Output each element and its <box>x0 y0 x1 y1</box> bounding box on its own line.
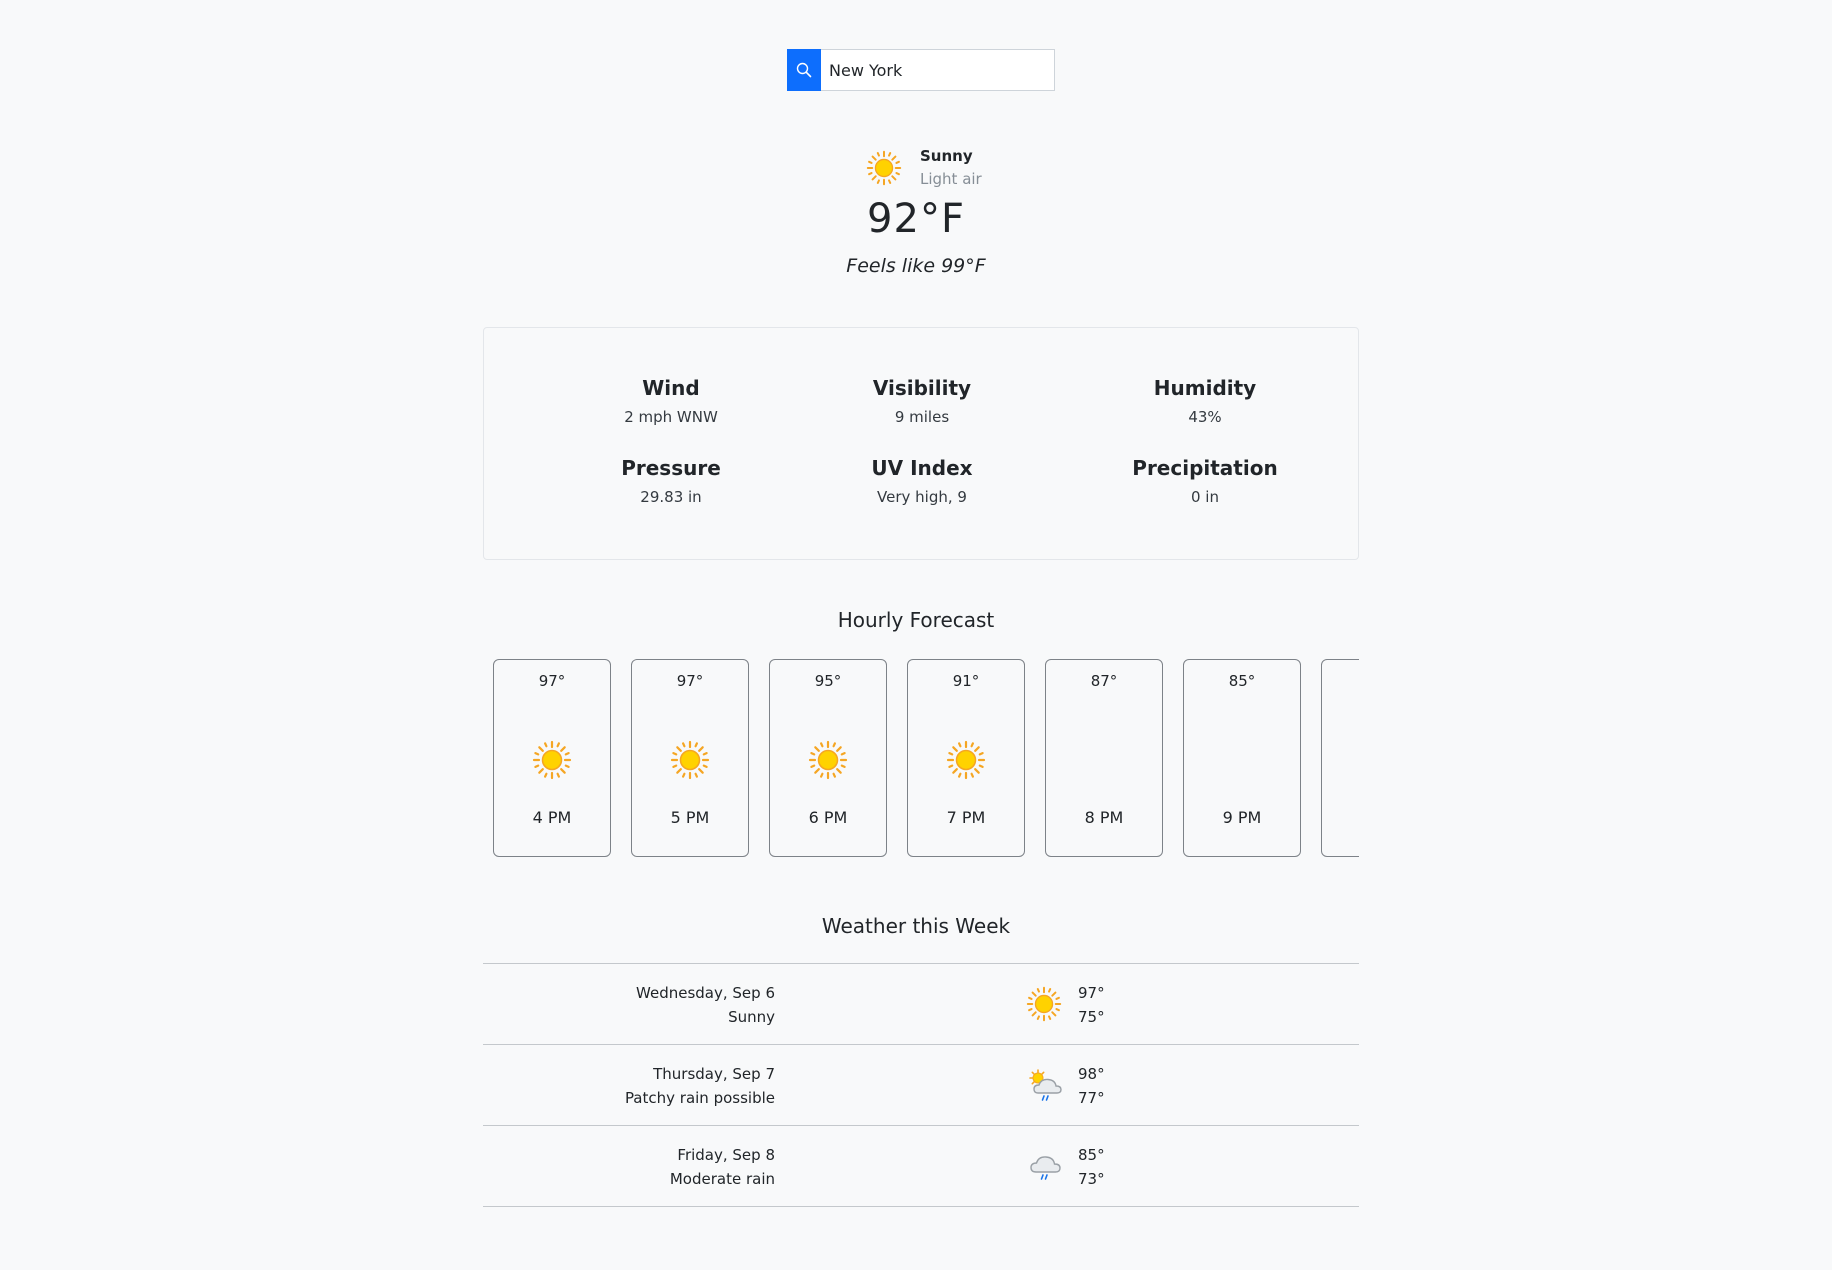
search-icon <box>796 62 812 78</box>
current-condition: Sunny <box>920 147 973 165</box>
hourly-time: 7 PM <box>946 808 986 827</box>
detail-label: Visibility <box>872 376 972 400</box>
hourly-temp: 85° <box>1228 672 1256 690</box>
detail-label: Precipitation <box>1132 456 1278 480</box>
detail-wind: Wind 2 mph WNW <box>541 375 801 427</box>
detail-value: 43% <box>1188 408 1222 426</box>
feels-like: Feels like 99°F <box>846 255 986 277</box>
hourly-forecast-strip[interactable]: 97° 4 PM 97° 5 PM 95° 6 PM 91° 7 PM 87° … <box>483 659 1359 857</box>
search-button[interactable] <box>787 49 821 91</box>
hourly-card[interactable]: 91° 7 PM <box>907 659 1025 857</box>
sun-icon <box>670 740 710 780</box>
detail-label: Wind <box>642 376 700 400</box>
weekly-date: Wednesday, Sep 6 <box>636 984 775 1002</box>
current-temperature: 92°F <box>867 196 965 242</box>
detail-precipitation: Precipitation 0 in <box>1075 455 1335 507</box>
hourly-time: 5 PM <box>670 808 710 827</box>
hourly-temp: 87° <box>1090 672 1118 690</box>
cloud-rain-icon <box>1026 1148 1066 1188</box>
detail-value: 2 mph WNW <box>624 408 718 426</box>
detail-uv-index: UV Index Very high, 9 <box>792 455 1052 507</box>
weekly-condition: Moderate rain <box>669 1170 775 1188</box>
detail-visibility: Visibility 9 miles <box>792 375 1052 427</box>
current-condition-text: Sunny Light air <box>920 146 982 190</box>
search-input[interactable] <box>821 49 1055 91</box>
weekly-high: 97° <box>1078 984 1105 1002</box>
search-bar <box>787 49 1055 91</box>
weekly-row: Thursday, Sep 7 Patchy rain possible 98°… <box>483 1044 1359 1125</box>
sun-icon <box>866 150 902 186</box>
detail-value: 0 in <box>1191 488 1219 506</box>
sun-icon <box>946 740 986 780</box>
current-conditions: Sunny Light air <box>866 146 982 190</box>
hourly-card[interactable]: 97° 4 PM <box>493 659 611 857</box>
current-description: Light air <box>920 170 982 188</box>
detail-value: Very high, 9 <box>877 488 967 506</box>
hourly-card[interactable]: 85° 9 PM <box>1183 659 1301 857</box>
sun-icon <box>1026 986 1062 1022</box>
weekly-row: Wednesday, Sep 6 Sunny 97° 75° <box>483 963 1359 1044</box>
detail-value: 9 miles <box>894 408 950 426</box>
detail-humidity: Humidity 43% <box>1075 375 1335 427</box>
hourly-time: 8 PM <box>1084 808 1124 827</box>
hourly-temp: 91° <box>952 672 980 690</box>
hourly-time: 4 PM <box>532 808 572 827</box>
weekly-low: 77° <box>1078 1089 1105 1107</box>
detail-pressure: Pressure 29.83 in <box>541 455 801 507</box>
weekly-condition: Sunny <box>728 1008 775 1026</box>
hourly-card[interactable]: 97° 5 PM <box>631 659 749 857</box>
weekly-forecast-list: Wednesday, Sep 6 Sunny 97° 75° Thursday,… <box>483 963 1359 1207</box>
weekly-high: 85° <box>1078 1146 1105 1164</box>
weather-app: Sunny Light air 92°F Feels like 99°F Win… <box>0 0 1832 1270</box>
moon-icon <box>1222 740 1262 780</box>
weekly-condition: Patchy rain possible <box>624 1089 775 1107</box>
weekly-low: 73° <box>1078 1170 1105 1188</box>
hourly-temp: 95° <box>814 672 842 690</box>
weekly-high: 98° <box>1078 1065 1105 1083</box>
hourly-card[interactable]: 87° 8 PM <box>1045 659 1163 857</box>
detail-label: Pressure <box>621 456 721 480</box>
weekly-row: Friday, Sep 8 Moderate rain 85° 73° <box>483 1125 1359 1207</box>
detail-label: UV Index <box>871 456 973 480</box>
detail-label: Humidity <box>1153 376 1257 400</box>
moon-icon <box>1084 740 1124 780</box>
details-card: Wind 2 mph WNW Visibility 9 miles Humidi… <box>483 327 1359 560</box>
weekly-date: Friday, Sep 8 <box>677 1146 775 1164</box>
hourly-card-partial[interactable] <box>1321 659 1359 857</box>
detail-value: 29.83 in <box>640 488 702 506</box>
hourly-time: 9 PM <box>1222 808 1262 827</box>
sun-icon <box>808 740 848 780</box>
weekly-forecast-title: Weather this Week <box>821 914 1011 938</box>
hourly-time: 6 PM <box>808 808 848 827</box>
hourly-card[interactable]: 95° 6 PM <box>769 659 887 857</box>
partly-cloudy-rain-icon <box>1026 1067 1066 1107</box>
hourly-temp: 97° <box>538 672 566 690</box>
weekly-date: Thursday, Sep 7 <box>653 1065 775 1083</box>
hourly-temp: 97° <box>676 672 704 690</box>
weekly-low: 75° <box>1078 1008 1105 1026</box>
sun-icon <box>532 740 572 780</box>
hourly-forecast-title: Hourly Forecast <box>837 608 995 632</box>
